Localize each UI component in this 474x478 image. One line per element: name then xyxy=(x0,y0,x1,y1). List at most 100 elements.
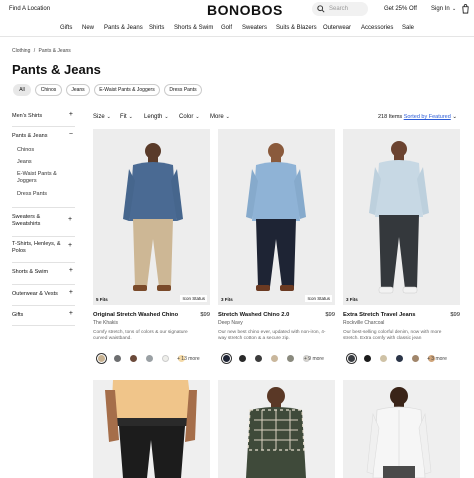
sidebar-item-label: Outerwear & Vests xyxy=(12,291,58,297)
filter-color[interactable]: Color ⌄ xyxy=(179,114,200,120)
nav-pants-jeans[interactable]: Pants & Jeans xyxy=(104,25,143,31)
color-swatch[interactable] xyxy=(114,355,121,362)
search-placeholder: Search xyxy=(329,6,349,12)
color-swatch[interactable] xyxy=(98,355,105,362)
chevron-down-icon: ⌄ xyxy=(128,114,133,120)
cart-icon[interactable] xyxy=(461,4,470,14)
product-image[interactable]: 3 Fits xyxy=(343,129,460,305)
nav-sweaters[interactable]: Sweaters xyxy=(242,25,267,31)
sidebar-divider xyxy=(12,325,75,326)
more-colors-link[interactable]: + 13 more xyxy=(177,356,200,362)
color-swatch[interactable] xyxy=(412,355,419,362)
sort-dropdown[interactable]: Sorted by Featured xyxy=(404,114,451,120)
product-name[interactable]: Stretch Washed Chino 2.0 xyxy=(218,312,289,318)
color-swatch[interactable] xyxy=(162,355,169,362)
product-description: Our new best chino ever, updated with no… xyxy=(218,330,326,341)
nav-new[interactable]: New xyxy=(82,25,94,31)
search-icon xyxy=(317,5,325,13)
product-image[interactable] xyxy=(218,380,335,478)
item-count: 218 Items xyxy=(378,114,403,120)
sidebar-divider xyxy=(12,262,75,263)
chip-dress-pants[interactable]: Dress Pants xyxy=(164,84,202,96)
product-name[interactable]: Extra Stretch Travel Jeans xyxy=(343,312,416,318)
sidebar-item-gifts[interactable]: Gifts + xyxy=(12,310,75,318)
sidebar-item-tshirts[interactable]: T-Shirts, Henleys, & Polos xyxy=(12,241,64,255)
product-card[interactable] xyxy=(218,380,335,478)
search-input[interactable]: Search xyxy=(312,2,368,16)
nav-outerwear[interactable]: Outerwear xyxy=(323,25,351,31)
color-swatch[interactable] xyxy=(130,355,137,362)
color-swatch[interactable] xyxy=(146,355,153,362)
filter-fit[interactable]: Fit ⌄ xyxy=(120,114,133,120)
nav-accessories[interactable]: Accessories xyxy=(361,25,393,31)
product-name[interactable]: Original Stretch Washed Chino xyxy=(93,312,178,318)
color-swatch[interactable] xyxy=(255,355,262,362)
sidebar-sub-dress-pants[interactable]: Dress Pants xyxy=(17,191,47,197)
status-badge: Icon Status xyxy=(305,295,332,302)
product-image[interactable] xyxy=(343,380,460,478)
product-image[interactable] xyxy=(93,380,210,478)
sidebar-item-pants-jeans[interactable]: Pants & Jeans − xyxy=(12,131,75,139)
filter-size-label: Size xyxy=(93,114,105,120)
sidebar-item-outerwear[interactable]: Outerwear & Vests + xyxy=(12,289,75,297)
filter-color-label: Color xyxy=(179,114,194,120)
sidebar-sub-jeans[interactable]: Jeans xyxy=(17,159,32,165)
product-color: Rockville Charcoal xyxy=(343,320,385,326)
product-price: $99 xyxy=(200,312,210,318)
sidebar-divider xyxy=(12,126,75,127)
nav-shirts[interactable]: Shirts xyxy=(149,25,164,31)
model-illustration xyxy=(105,380,197,478)
color-swatch[interactable] xyxy=(364,355,371,362)
chevron-down-icon: ⌄ xyxy=(195,114,200,120)
color-swatch[interactable] xyxy=(348,355,355,362)
color-swatch[interactable] xyxy=(287,355,294,362)
nav-golf[interactable]: Golf xyxy=(221,25,232,31)
sidebar-item-label: Gifts xyxy=(12,312,24,318)
product-color: The Khakis xyxy=(93,320,119,326)
color-swatch[interactable] xyxy=(271,355,278,362)
color-swatch[interactable] xyxy=(223,355,230,362)
product-price: $99 xyxy=(450,312,460,318)
sidebar-divider xyxy=(12,305,75,306)
sidebar-item-label: Sweaters & Sweatshirts xyxy=(12,214,41,227)
nav-sale[interactable]: Sale xyxy=(402,25,414,31)
sidebar-sub-chinos[interactable]: Chinos xyxy=(17,147,34,153)
nav-suits-blazers[interactable]: Suits & Blazers xyxy=(276,25,317,31)
promo-link[interactable]: Get 25% Off xyxy=(384,6,417,12)
plus-icon: + xyxy=(68,289,73,296)
chip-e-waist[interactable]: E-Waist Pants & Joggers xyxy=(94,84,160,96)
product-card[interactable]: 3 Fits Icon Status Stretch Washed Chino … xyxy=(218,129,335,369)
product-color: Deep Navy xyxy=(218,320,243,326)
product-card[interactable] xyxy=(343,380,460,478)
sidebar-item-shorts-swim[interactable]: Shorts & Swim + xyxy=(12,267,75,275)
sidebar-item-sweaters[interactable]: Sweaters & Sweatshirts xyxy=(12,214,57,228)
model-illustration xyxy=(366,387,432,478)
sidebar-divider xyxy=(12,284,75,285)
chevron-down-icon: ⌄ xyxy=(225,114,230,120)
filter-size[interactable]: Size ⌄ xyxy=(93,114,111,120)
color-swatch[interactable] xyxy=(239,355,246,362)
color-swatch[interactable] xyxy=(396,355,403,362)
status-badge: Icon Status xyxy=(180,295,207,302)
sidebar-divider xyxy=(12,207,75,208)
sidebar-item-label: Men's Shirts xyxy=(12,113,43,119)
sidebar-sub-e-waist[interactable]: E-Waist Pants & Joggers xyxy=(17,171,67,185)
nav-shorts-swim[interactable]: Shorts & Swim xyxy=(174,25,213,31)
product-card[interactable] xyxy=(93,380,210,478)
filter-more[interactable]: More ⌄ xyxy=(210,114,230,120)
sign-in-link[interactable]: Sign In xyxy=(431,6,450,12)
more-colors-link[interactable]: + 9 more xyxy=(304,356,324,362)
product-card[interactable]: 5 Fits Icon Status Original Stretch Wash… xyxy=(93,129,210,369)
more-colors-link[interactable]: + 3 more xyxy=(427,356,447,362)
product-image[interactable]: 5 Fits Icon Status xyxy=(93,129,210,305)
product-image[interactable]: 3 Fits Icon Status xyxy=(218,129,335,305)
brand-logo[interactable]: BONOBOS xyxy=(207,2,283,18)
sidebar-item-mens-shirts[interactable]: Men's Shirts + xyxy=(12,111,75,119)
product-description: Comfy stretch, tons of colors & our sign… xyxy=(93,330,188,341)
filter-length-label: Length xyxy=(144,114,163,120)
product-card[interactable]: 3 Fits Extra Stretch Travel Jeans $99 Ro… xyxy=(343,129,460,369)
color-swatch[interactable] xyxy=(380,355,387,362)
filter-more-label: More xyxy=(210,114,224,120)
filter-length[interactable]: Length ⌄ xyxy=(144,114,169,120)
fits-badge: 3 Fits xyxy=(346,297,358,302)
